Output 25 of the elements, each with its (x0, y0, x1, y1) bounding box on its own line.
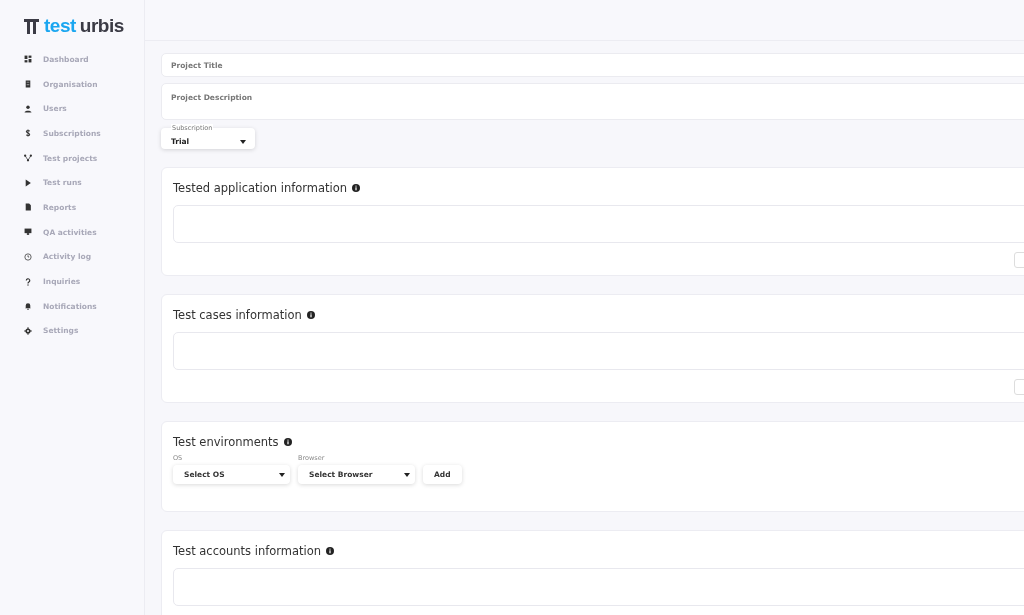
section-title: Test cases information (173, 307, 302, 322)
user-icon (24, 104, 32, 113)
clock-icon (24, 252, 32, 261)
info-icon (326, 546, 335, 555)
question-icon (24, 277, 32, 286)
info-icon (352, 183, 361, 192)
section-title: Test accounts information (173, 543, 322, 558)
caret-icon (240, 139, 246, 144)
nodes-icon (24, 154, 32, 163)
section-title: Test environments (173, 434, 279, 449)
bell-icon (24, 302, 32, 311)
dollar-icon (24, 129, 32, 138)
logo-text: urbis (79, 15, 124, 37)
logo-icon (23, 17, 40, 35)
monitor-icon (24, 228, 32, 237)
caret-icon (404, 472, 410, 477)
caret-icon (279, 472, 285, 477)
logo-text: test (44, 15, 76, 37)
grid-icon (24, 55, 32, 64)
building-icon (24, 80, 32, 89)
info-icon (306, 310, 315, 319)
doc-icon (24, 203, 32, 212)
play-icon (24, 178, 32, 187)
section-title: Tested application information (173, 180, 348, 195)
info-icon (283, 437, 292, 446)
